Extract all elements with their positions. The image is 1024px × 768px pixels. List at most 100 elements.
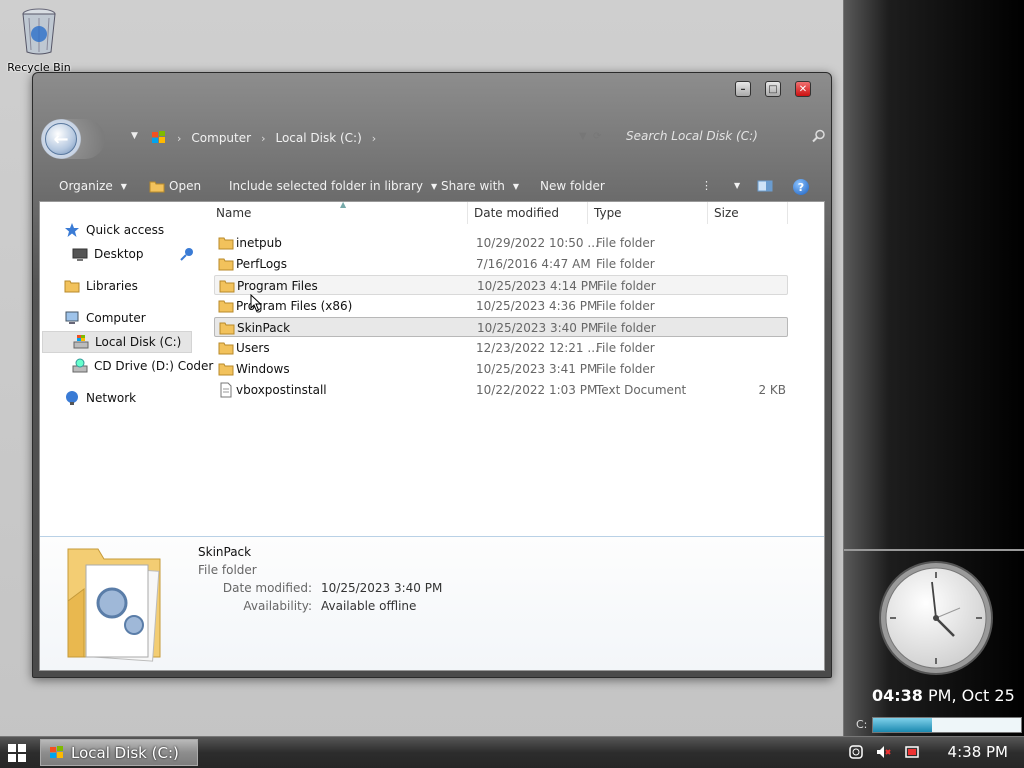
action-center-icon[interactable] (904, 744, 920, 760)
file-name: Program Files (237, 279, 318, 293)
file-name: PerfLogs (236, 257, 288, 271)
file-date: 10/25/2023 4:14 PM (477, 279, 599, 293)
file-row-skinpack[interactable]: SkinPack 10/25/2023 3:40 PM File folder (214, 317, 788, 337)
breadcrumb-separator-icon[interactable]: › (177, 132, 181, 145)
help-button[interactable]: ? (793, 179, 809, 195)
nav-item-desktop[interactable]: Desktop (72, 246, 144, 262)
explorer-drive-icon (50, 745, 63, 758)
nav-label: Quick access (86, 223, 165, 237)
maximize-button[interactable]: □ (765, 81, 781, 97)
details-item-type: File folder (198, 563, 257, 577)
share-with-button[interactable]: Share with ▼ (441, 179, 519, 193)
volume-muted-icon[interactable] (876, 744, 892, 760)
nav-item-network[interactable]: Network (64, 390, 136, 406)
windows-logo-icon[interactable] (151, 130, 167, 146)
content-area: Quick access Desktop Libraries Computer … (39, 200, 825, 671)
recycle-bin[interactable]: Recycle Bin (6, 6, 72, 74)
library-folder-icon (64, 280, 80, 293)
recycle-bin-icon (22, 8, 56, 55)
command-bar: Organize ▼ Open Include selected folder i… (41, 175, 823, 199)
breadcrumb-separator-icon[interactable]: › (372, 132, 376, 145)
system-tray: 4:38 PM (848, 743, 1008, 761)
organize-label: Organize (59, 179, 113, 193)
file-row-perflogs[interactable]: PerfLogs 7/16/2016 4:47 AM File folder (214, 254, 788, 274)
breadcrumb-computer[interactable]: Computer (191, 131, 251, 145)
new-folder-label: New folder (540, 179, 605, 193)
include-library-label: Include selected folder in library (229, 179, 423, 193)
taskbar-clock[interactable]: 4:38 PM (948, 743, 1008, 761)
nav-item-computer[interactable]: Computer (64, 310, 146, 326)
file-type: File folder (596, 362, 655, 376)
organize-button[interactable]: Organize ▼ (59, 179, 127, 193)
network-tray-icon[interactable] (848, 744, 864, 760)
file-row-program-files-x86[interactable]: Program Files (x86) 10/25/2023 4:36 PM F… (214, 296, 788, 316)
file-list: Name ▲ Date modified Type Size inetpub 1… (212, 200, 820, 536)
clock-gadget[interactable] (878, 560, 994, 676)
file-row-users[interactable]: Users 12/23/2022 12:21 ... File folder (214, 338, 788, 358)
star-icon (65, 223, 79, 237)
details-availability-value: Available offline (321, 599, 417, 613)
breadcrumb-separator-icon[interactable]: › (261, 132, 265, 145)
view-options-button[interactable]: ⋮ ▼ (701, 179, 740, 192)
details-date-label: Date modified: (222, 581, 312, 595)
details-date-value: 10/25/2023 3:40 PM (321, 581, 443, 595)
column-label: Type (594, 206, 622, 220)
file-name: Users (236, 341, 270, 355)
taskbar-button-label: Local Disk (C:) (71, 743, 179, 762)
minimize-button[interactable]: – (735, 81, 751, 97)
folder-icon (218, 237, 234, 250)
nav-label: Local Disk (C:) (95, 335, 182, 349)
file-row-vboxpostinstall[interactable]: vboxpostinstall 10/22/2022 1:03 PM Text … (214, 380, 788, 400)
file-type: File folder (597, 321, 656, 335)
file-date: 12/23/2022 12:21 ... (476, 341, 599, 355)
search-input[interactable]: Search Local Disk (C:) (626, 129, 758, 143)
nav-item-local-disk[interactable]: Local Disk (C:) (42, 331, 192, 353)
folder-icon (218, 300, 234, 313)
nav-item-cd-drive[interactable]: CD Drive (D:) Coder (72, 358, 213, 374)
include-in-library-button[interactable]: Include selected folder in library ▼ (229, 179, 437, 193)
close-button[interactable]: ✕ (795, 81, 811, 97)
folder-icon (218, 258, 234, 271)
search-icon[interactable] (812, 129, 826, 143)
desktop-icon (72, 248, 88, 261)
column-label: Date modified (474, 206, 560, 220)
start-button-windows-icon[interactable] (8, 744, 26, 762)
file-row-program-files[interactable]: Program Files 10/25/2023 4:14 PM File fo… (214, 275, 788, 295)
nav-item-libraries[interactable]: Libraries (64, 278, 138, 294)
mouse-cursor-icon (250, 294, 262, 312)
file-date: 10/25/2023 4:36 PM (476, 299, 598, 313)
column-header-type[interactable]: Type (588, 202, 708, 224)
file-type: File folder (596, 236, 655, 250)
file-row-windows[interactable]: Windows 10/25/2023 3:41 PM File folder (214, 359, 788, 379)
nav-item-quick-access[interactable]: Quick access (64, 222, 164, 238)
file-row-inetpub[interactable]: inetpub 10/29/2022 10:50 ... File folder (214, 233, 788, 253)
file-type: File folder (596, 299, 655, 313)
back-button[interactable]: ← (41, 119, 105, 159)
share-with-label: Share with (441, 179, 505, 193)
column-header-name[interactable]: Name ▲ (212, 200, 468, 224)
file-type: File folder (596, 341, 655, 355)
folder-icon (218, 363, 234, 376)
file-size: 2 KB (758, 383, 786, 397)
breadcrumb-local-disk[interactable]: Local Disk (C:) (275, 131, 361, 145)
file-date: 10/25/2023 3:41 PM (476, 362, 598, 376)
column-header-date[interactable]: Date modified (468, 202, 588, 224)
new-folder-button[interactable]: New folder (540, 179, 605, 193)
file-date: 10/29/2022 10:50 ... (476, 236, 599, 250)
preview-pane-button[interactable] (757, 179, 773, 193)
column-header-size[interactable]: Size (708, 202, 788, 224)
pin-icon[interactable] (180, 247, 194, 261)
navigation-pane: Quick access Desktop Libraries Computer … (40, 202, 213, 536)
address-dropdown-icon[interactable]: ▼ ⟳ (579, 131, 601, 142)
taskbar-explorer-button[interactable]: Local Disk (C:) (40, 739, 198, 766)
details-item-name: SkinPack (198, 545, 252, 559)
search-box[interactable]: Search Local Disk (C:) (626, 129, 826, 149)
view-list-icon: ⋮ (701, 179, 712, 192)
cd-drive-icon (72, 358, 88, 373)
open-label: Open (169, 179, 202, 193)
nav-label: Desktop (94, 247, 144, 261)
file-name: vboxpostinstall (236, 383, 327, 397)
open-button[interactable]: Open (149, 179, 201, 193)
recent-pages-dropdown[interactable]: ▼ (131, 131, 138, 141)
file-name: Windows (236, 362, 290, 376)
